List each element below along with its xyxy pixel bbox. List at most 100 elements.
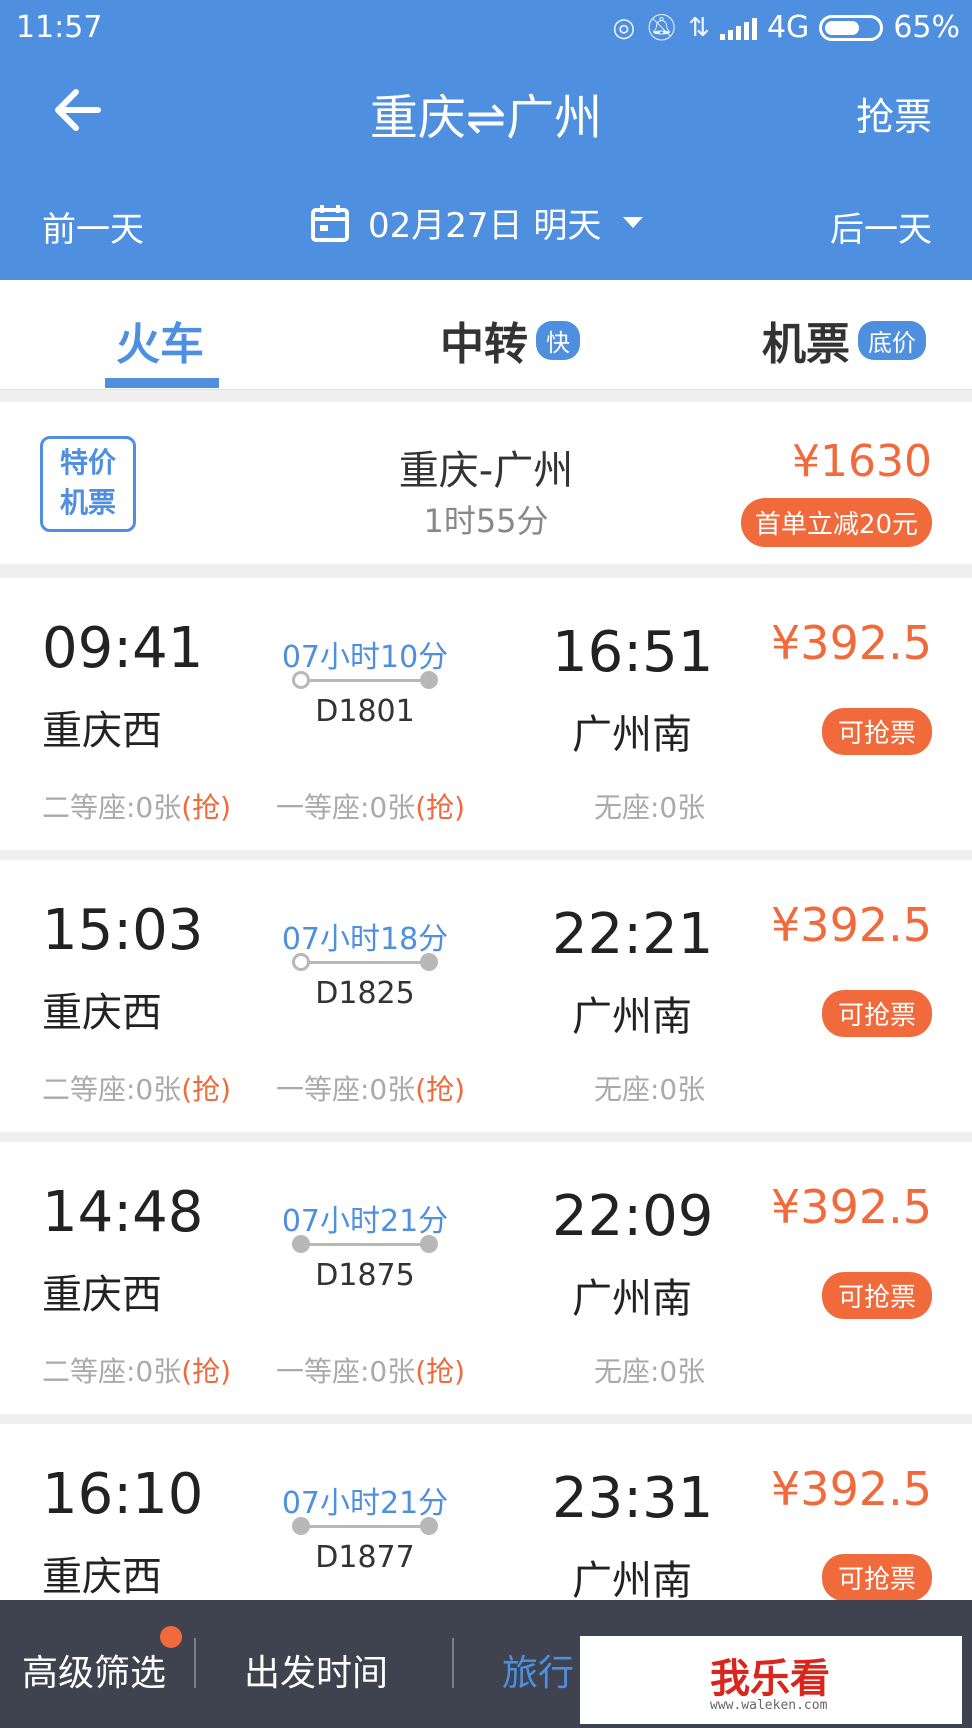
status-icons: ◎ 🔕︎ ⇅ 4G 65% (612, 10, 960, 45)
departure-time: 14:48 (42, 1180, 204, 1245)
destination-dot-icon (420, 671, 438, 689)
arrival-station: 广州南 (572, 712, 692, 758)
travel-duration: 07小时10分 (281, 640, 449, 675)
prev-day-button[interactable]: 前一天 (42, 202, 144, 251)
first-class-grab[interactable]: (抢) (415, 791, 465, 824)
ticket-price: ¥392.5 (771, 898, 932, 952)
second-class-grab[interactable]: (抢) (181, 1355, 231, 1388)
origin-dot-icon (292, 953, 310, 971)
first-class-count: 一等座:0张 (276, 1073, 416, 1106)
travel-duration: 07小时21分 (281, 1204, 449, 1239)
first-class-grab[interactable]: (抢) (415, 1355, 465, 1388)
grab-available-tag[interactable]: 可抢票 (821, 1272, 932, 1319)
route-line (292, 679, 432, 682)
departure-time: 16:10 (42, 1462, 204, 1527)
destination-dot-icon (420, 1517, 438, 1535)
train-number: D1875 (315, 1258, 415, 1293)
origin-dot-icon (292, 1517, 310, 1535)
travel-duration: 07小时21分 (281, 1486, 449, 1521)
tab-transfer[interactable]: 中转 快 (440, 308, 580, 372)
second-class-count: 二等座:0张 (42, 791, 182, 824)
train-row[interactable]: 14:48 重庆西 07小时21分 D1875 22:09 广州南 ¥392.5… (0, 1142, 972, 1414)
arrival-time: 22:21 (552, 902, 714, 967)
grab-ticket-button[interactable]: 抢票 (856, 86, 932, 141)
divider (194, 1638, 196, 1688)
departure-time-sort-button[interactable]: 出发时间 (244, 1644, 388, 1696)
active-tab-indicator (105, 378, 219, 388)
travel-time-sort-button[interactable]: 旅行 (502, 1644, 574, 1696)
status-time: 11:57 (16, 10, 103, 45)
battery-icon (819, 14, 884, 41)
standing-seat: 无座:0张 (594, 1350, 705, 1390)
tab-transfer-badge: 快 (536, 320, 580, 360)
first-class-grab[interactable]: (抢) (415, 1073, 465, 1106)
destination-dot-icon (420, 953, 438, 971)
tab-train[interactable]: 火车 (116, 308, 204, 372)
departure-time: 09:41 (42, 616, 204, 681)
status-bar: 11:57 ◎ 🔕︎ ⇅ 4G 65% (0, 0, 972, 56)
battery-percent: 65% (893, 10, 960, 45)
watermark-text: 我乐看 (710, 1656, 830, 1702)
second-class-count: 二等座:0张 (42, 1073, 182, 1106)
ticket-price: ¥392.5 (771, 616, 932, 670)
train-number: D1801 (315, 694, 415, 729)
departure-station: 重庆西 (42, 708, 162, 754)
tab-flight-badge: 底价 (858, 320, 926, 360)
arrival-time: 23:31 (552, 1466, 714, 1531)
train-number: D1825 (315, 976, 415, 1011)
grab-available-tag[interactable]: 可抢票 (821, 990, 932, 1037)
first-class-seat: 一等座:0张(抢) (276, 1068, 465, 1108)
next-day-button[interactable]: 后一天 (830, 202, 932, 251)
departure-station: 重庆西 (42, 1272, 162, 1318)
train-row[interactable]: 15:03 重庆西 07小时18分 D1825 22:21 广州南 ¥392.5… (0, 860, 972, 1132)
tab-train-label: 火车 (116, 319, 204, 370)
app-header: 11:57 ◎ 🔕︎ ⇅ 4G 65% 重庆⇌广州 抢票 前一天 02月27日 … (0, 0, 972, 280)
second-class-grab[interactable]: (抢) (181, 791, 231, 824)
first-class-seat: 一等座:0张(抢) (276, 1350, 465, 1390)
departure-time: 15:03 (42, 898, 204, 963)
travel-duration: 07小时18分 (281, 922, 449, 957)
ticket-price: ¥392.5 (771, 1180, 932, 1234)
notification-dot (160, 1626, 182, 1648)
standing-seat: 无座:0张 (594, 1068, 705, 1108)
arrival-time: 22:09 (552, 1184, 714, 1249)
watermark-url: www.waleken.com (710, 1698, 828, 1713)
grab-available-tag[interactable]: 可抢票 (821, 708, 932, 755)
destination-dot-icon (420, 1235, 438, 1253)
arrival-station: 广州南 (572, 1558, 692, 1604)
arrival-time: 16:51 (552, 620, 714, 685)
signal-strength-icon (719, 16, 757, 40)
standing-count: 无座:0张 (594, 1355, 706, 1388)
train-row[interactable]: 09:41 重庆西 07小时10分 D1801 16:51 广州南 ¥392.5… (0, 578, 972, 850)
date-picker[interactable]: 02月27日 明天 (310, 198, 644, 247)
route-line (292, 1243, 432, 1246)
route-line (292, 961, 432, 964)
site-watermark: 我乐看 www.waleken.com (580, 1636, 962, 1724)
standing-seat: 无座:0张 (594, 786, 705, 826)
second-class-grab[interactable]: (抢) (181, 1073, 231, 1106)
route-title: 重庆⇌广州 (369, 90, 603, 146)
tab-flight[interactable]: 机票 底价 (762, 308, 926, 372)
second-class-count: 二等座:0张 (42, 1355, 182, 1388)
arrival-station: 广州南 (572, 1276, 692, 1322)
promo-price: ¥1630 (792, 436, 932, 487)
train-number: D1877 (315, 1540, 415, 1575)
divider (452, 1638, 454, 1688)
advanced-filter-button[interactable]: 高级筛选 (22, 1644, 166, 1696)
network-type: 4G (766, 10, 810, 45)
hotspot-icon: ◎ (612, 12, 636, 43)
special-flight-card[interactable]: 特价 机票 重庆-广州 1时55分 ¥1630 首单立减20元 (0, 402, 972, 564)
mode-tabs: 火车 中转 快 机票 底价 (0, 280, 972, 390)
origin-dot-icon (292, 1235, 310, 1253)
ticket-price: ¥392.5 (771, 1462, 932, 1516)
standing-count: 无座:0张 (594, 1073, 706, 1106)
date-label: 02月27日 明天 (368, 206, 602, 246)
route-line (292, 1525, 432, 1528)
grab-available-tag[interactable]: 可抢票 (821, 1554, 932, 1601)
departure-station: 重庆西 (42, 1554, 162, 1600)
tab-transfer-label: 中转 (440, 319, 528, 370)
standing-count: 无座:0张 (594, 791, 706, 824)
first-class-count: 一等座:0张 (276, 791, 416, 824)
data-transfer-icon: ⇅ (688, 12, 710, 43)
calendar-icon (311, 204, 349, 242)
